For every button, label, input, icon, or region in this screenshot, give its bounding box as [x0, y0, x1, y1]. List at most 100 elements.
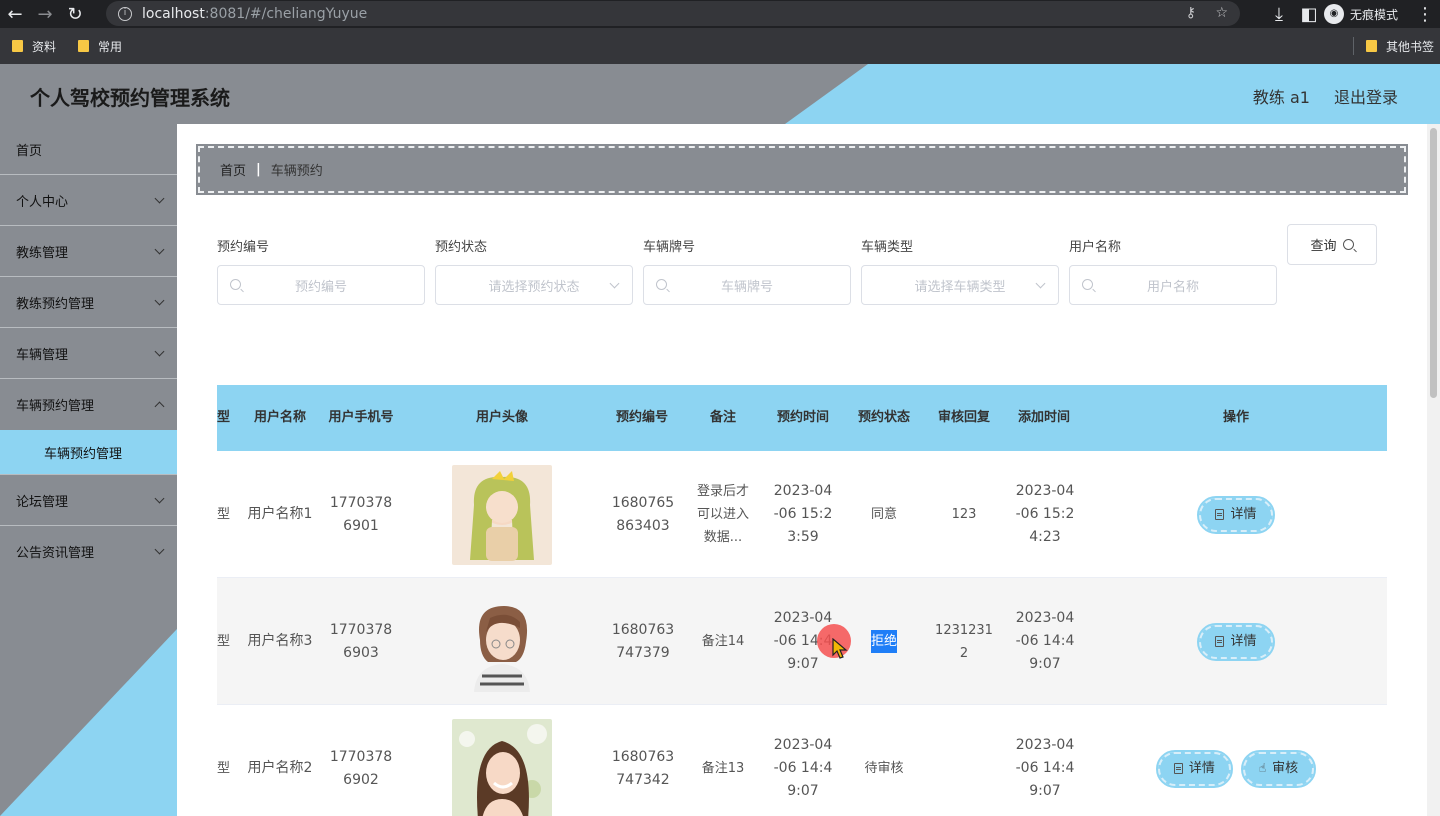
- table-row: 型 用户名称1 17703786901 1680765863403 登录后才可以…: [217, 451, 1387, 578]
- input-placeholder: 车辆牌号: [720, 279, 773, 295]
- document-icon: [1173, 763, 1183, 774]
- search-icon: [1082, 279, 1093, 290]
- cell-actions: 详情: [1087, 578, 1385, 705]
- info-icon[interactable]: i: [118, 6, 132, 21]
- plate-no-input[interactable]: 车辆牌号: [643, 265, 851, 305]
- cell-avatar: [451, 451, 553, 578]
- breadcrumb-home[interactable]: 首页: [220, 160, 246, 179]
- booking-table: 型 用户名称 用户手机号 用户头像 预约编号 备注 预约时间 预约状态 审核回复…: [217, 385, 1387, 816]
- table-row: 型 用户名称2 17703786902 1680763747342 备注13 2…: [217, 705, 1387, 816]
- hand-pointer-icon: ☝: [1258, 761, 1267, 775]
- table-row: 型 用户名称3 17703786903 1680763747379 备注14 2…: [217, 578, 1387, 705]
- sidebar-item-coach-management[interactable]: 教练管理: [0, 226, 177, 277]
- chevron-down-icon: [154, 544, 165, 555]
- query-button[interactable]: 查询: [1287, 224, 1377, 265]
- detail-button[interactable]: 详情: [1197, 622, 1275, 661]
- menu-icon[interactable]: ⋮: [1410, 4, 1440, 25]
- input-placeholder: 预约编号: [294, 279, 347, 295]
- button-label: 审核: [1272, 761, 1299, 776]
- cell-actions: 详情 ☝ 审核: [1087, 705, 1385, 816]
- sidebar-item-label: 车辆管理: [16, 347, 69, 363]
- cell-added-time: 2023-04-06 14:49:07: [1015, 737, 1075, 799]
- column-header: 用户手机号: [328, 410, 394, 425]
- cell-remark: 登录后才可以进入数据...: [696, 484, 749, 545]
- cell-reply: 1231231 2: [935, 622, 993, 661]
- vehicle-type-select[interactable]: 请选择车辆类型: [861, 265, 1059, 305]
- cell-actions: 详情: [1087, 451, 1385, 578]
- cell-user-name: 用户名称3: [247, 633, 313, 649]
- search-icon: [230, 279, 241, 290]
- cell-remark: 备注14: [701, 634, 745, 649]
- cell-booking-time: 2023-04-06 15:23:59: [773, 483, 833, 545]
- cell-status: 待审核: [864, 761, 904, 776]
- sidebar-item-label: 车辆预约管理: [16, 399, 95, 414]
- cell-phone: 17703786903: [329, 621, 393, 661]
- detail-button[interactable]: 详情: [1197, 495, 1275, 534]
- review-button[interactable]: ☝ 审核: [1240, 749, 1317, 788]
- sidebar-item-home[interactable]: 首页: [0, 124, 177, 175]
- cell-user-name: 用户名称1: [247, 506, 313, 522]
- forward-icon[interactable]: →: [30, 4, 60, 25]
- cell-type: 型: [217, 634, 231, 649]
- column-header: 用户名称: [253, 410, 306, 425]
- sidepanel-icon[interactable]: ◧: [1294, 4, 1324, 25]
- booking-status-select[interactable]: 请选择预约状态: [435, 265, 633, 305]
- table-header: 型 用户名称 用户手机号 用户头像 预约编号 备注 预约时间 预约状态 审核回复…: [217, 385, 1387, 451]
- column-header: 预约时间: [776, 410, 829, 425]
- folder-icon: [12, 40, 23, 52]
- button-label: 详情: [1188, 761, 1215, 776]
- download-icon[interactable]: ⤓: [1264, 4, 1294, 25]
- sidebar-item-coach-booking[interactable]: 教练预约管理: [0, 277, 177, 328]
- cell-status: 拒绝: [844, 578, 924, 705]
- mouse-cursor-icon: [832, 638, 848, 659]
- sidebar-item-announcements[interactable]: 公告资讯管理: [0, 526, 177, 577]
- bookmarks-bar: 资料 常用 其他书签: [0, 28, 1440, 64]
- filter-label: 预约编号: [217, 240, 270, 255]
- cell-booking-no: 1680763747379: [611, 621, 675, 661]
- document-icon: [1215, 509, 1225, 520]
- breadcrumb: 首页 | 车辆预约: [196, 144, 1408, 195]
- back-icon[interactable]: ←: [0, 4, 30, 25]
- sidebar-item-forum[interactable]: 论坛管理: [0, 475, 177, 526]
- current-user: 教练 a1: [1252, 88, 1310, 107]
- page-scrollbar[interactable]: [1427, 124, 1440, 816]
- search-icon: [656, 279, 667, 290]
- chevron-down-icon: [154, 244, 165, 255]
- cell-booking-no: 1680763747342: [611, 748, 675, 788]
- breadcrumb-current: 车辆预约: [270, 164, 323, 179]
- column-header: 备注: [709, 410, 736, 425]
- column-header: 添加时间: [1017, 410, 1070, 425]
- chevron-down-icon: [154, 346, 165, 357]
- sidebar-subitem-vehicle-booking[interactable]: 车辆预约管理: [0, 430, 177, 475]
- cell-added-time: 2023-04-06 15:24:23: [1015, 483, 1075, 545]
- cell-reply: [924, 705, 1004, 816]
- cell-phone: 17703786901: [329, 494, 393, 534]
- sidebar-item-personal-center[interactable]: 个人中心: [0, 175, 177, 226]
- booking-no-input[interactable]: 预约编号: [217, 265, 425, 305]
- star-icon[interactable]: ☆: [1215, 5, 1228, 21]
- bookmark-folder[interactable]: 常用: [78, 38, 122, 55]
- sidebar-item-vehicle-management[interactable]: 车辆管理: [0, 328, 177, 379]
- logout-link[interactable]: 退出登录: [1334, 84, 1398, 108]
- chevron-down-icon: [154, 295, 165, 306]
- incognito-indicator[interactable]: ◉ 无痕模式: [1323, 4, 1398, 24]
- reload-icon[interactable]: ↻: [60, 4, 90, 25]
- bookmark-label: 其他书签: [1385, 39, 1434, 54]
- scrollbar-thumb[interactable]: [1430, 128, 1437, 398]
- cell-user-name: 用户名称2: [247, 760, 313, 776]
- address-bar[interactable]: i localhost:8081/#/cheliangYuyue ⚷ ☆: [106, 1, 1240, 26]
- bookmark-folder[interactable]: 资料: [12, 38, 56, 55]
- other-bookmarks[interactable]: 其他书签: [1365, 38, 1434, 55]
- cell-type: 型: [217, 761, 231, 776]
- detail-button[interactable]: 详情: [1155, 749, 1233, 788]
- select-placeholder: 请选择车辆类型: [914, 279, 1006, 295]
- sidebar-item-vehicle-booking[interactable]: 车辆预约管理: [0, 379, 177, 430]
- input-placeholder: 用户名称: [1146, 279, 1199, 295]
- incognito-label: 无痕模式: [1349, 7, 1398, 22]
- folder-icon: [78, 40, 90, 52]
- user-avatar-image: [452, 591, 552, 692]
- user-name-input[interactable]: 用户名称: [1069, 265, 1277, 305]
- select-placeholder: 请选择预约状态: [488, 279, 580, 295]
- key-icon[interactable]: ⚷: [1186, 5, 1196, 21]
- sidebar-item-label: 教练管理: [16, 245, 69, 261]
